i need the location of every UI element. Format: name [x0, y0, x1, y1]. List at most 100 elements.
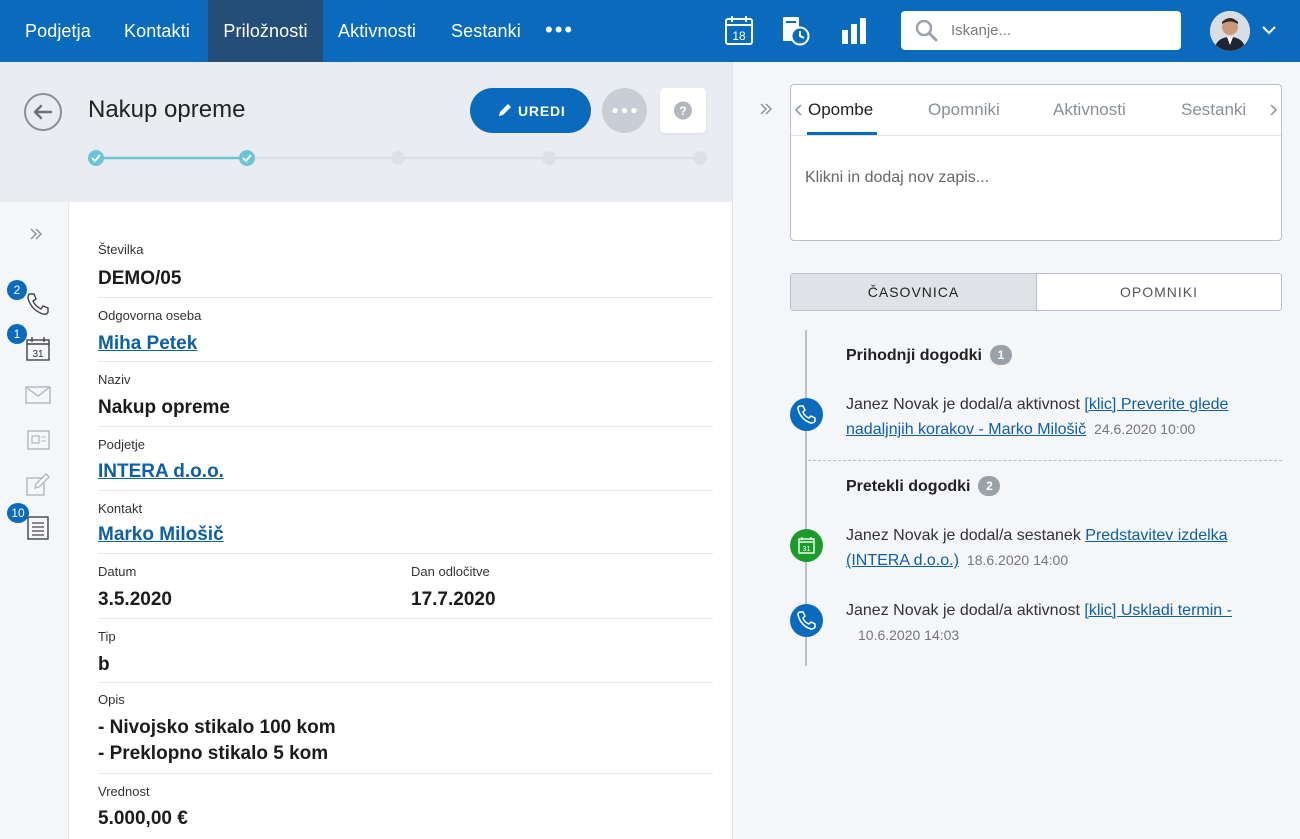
search-input[interactable] — [951, 19, 1171, 41]
progress-step-5[interactable] — [693, 151, 707, 165]
nav-item-kontakti[interactable]: Kontakti — [124, 0, 190, 62]
search-icon — [915, 19, 938, 42]
tab-casovnica[interactable]: ČASOVNICA — [791, 274, 1037, 310]
field-label: Dan odločitve — [411, 564, 490, 579]
timeline-event: Janez Novak je dodal/a aktivnost [klic] … — [846, 599, 1276, 648]
owner-link[interactable]: Miha Petek — [98, 333, 197, 355]
company-link[interactable]: INTERA d.o.o. — [98, 461, 224, 483]
field-value: Nakup opreme — [98, 397, 230, 418]
field-value: - Preklopno stikalo 5 kom — [98, 743, 329, 764]
nav-item-podjetja[interactable]: Podjetja — [25, 0, 91, 62]
field-value: 17.7.2020 — [411, 589, 496, 610]
calls-count-badge: 2 — [7, 280, 27, 300]
svg-text:?: ? — [679, 104, 686, 118]
tab-opomniki-timeline[interactable]: OPOMNIKI — [1037, 274, 1281, 310]
edit-note-icon[interactable] — [25, 472, 51, 498]
stage-progress — [88, 150, 707, 166]
field-value: 3.5.2020 — [98, 589, 172, 610]
meetings-count-badge: 1 — [7, 324, 27, 344]
field-dates: Datum 3.5.2020 Dan odločitve 17.7.2020 — [98, 554, 713, 619]
progress-step-3[interactable] — [391, 151, 405, 165]
field-label: Številka — [98, 242, 144, 257]
field-owner: Odgovorna oseba Miha Petek — [98, 298, 713, 362]
calendar-icon[interactable]: 18 — [722, 14, 756, 48]
event-time: 24.6.2020 10:00 — [1094, 421, 1196, 437]
field-label: Vrednost — [98, 784, 150, 799]
help-button[interactable]: ? — [660, 88, 706, 133]
search-box[interactable] — [901, 11, 1181, 50]
notes-list-icon[interactable] — [25, 515, 51, 541]
more-dots-icon — [612, 107, 637, 114]
field-value: - Nivojsko stikalo 100 kom — [98, 717, 336, 738]
progress-step-1[interactable] — [88, 150, 104, 166]
past-events-title: Pretekli dogodki — [846, 478, 971, 495]
timeline-switch: ČASOVNICA OPOMNIKI — [790, 273, 1282, 311]
event-description: Janez Novak je dodal/a sestanek — [846, 527, 1081, 544]
document-icon[interactable] — [25, 427, 51, 453]
new-note-input[interactable]: Klikni in dodaj nov zapis... — [805, 169, 989, 187]
tab-opombe[interactable]: Opombe — [808, 100, 873, 120]
phone-icon[interactable] — [25, 291, 51, 317]
upcoming-events-count: 1 — [989, 345, 1012, 365]
calendar-icon-day: 18 — [732, 29, 746, 43]
progress-step-4[interactable] — [542, 151, 556, 165]
more-actions-button[interactable] — [602, 88, 647, 133]
event-description: Janez Novak je dodal/a aktivnost — [846, 396, 1080, 413]
field-value: 5.000,00 € — [98, 808, 188, 829]
nav-item-sestanki[interactable]: Sestanki — [451, 0, 521, 62]
timeline-event: Janez Novak je dodal/a sestanek Predstav… — [846, 524, 1276, 573]
call-event-icon — [790, 398, 823, 431]
help-icon: ? — [674, 101, 692, 120]
expand-sidebar-icon[interactable] — [29, 227, 43, 241]
field-number: Številka DEMO/05 — [98, 232, 713, 298]
nav-item-priloznosti[interactable]: Priložnosti — [208, 0, 323, 62]
record-form: Številka DEMO/05 Odgovorna oseba Miha Pe… — [69, 202, 732, 839]
chevron-right-icon[interactable] — [1268, 103, 1278, 117]
timeline-event: Janez Novak je dodal/a aktivnost [klic] … — [846, 393, 1276, 442]
progress-step-2[interactable] — [239, 150, 255, 166]
nav-more-button[interactable]: ••• — [545, 0, 574, 62]
chevron-left-icon[interactable] — [794, 103, 804, 117]
activity-sidebar: 2 31 1 10 — [0, 202, 69, 839]
tab-sestanki[interactable]: Sestanki — [1181, 100, 1246, 120]
arrow-left-icon — [33, 104, 53, 120]
field-amount: Vrednost 5.000,00 € — [98, 774, 713, 839]
email-icon[interactable] — [25, 382, 51, 408]
avatar[interactable] — [1210, 11, 1250, 51]
field-company: Podjetje INTERA d.o.o. — [98, 427, 713, 491]
field-value: DEMO/05 — [98, 268, 182, 289]
contact-history-icon[interactable] — [779, 14, 813, 48]
collapse-panel-icon[interactable] — [759, 102, 773, 116]
page-title: Nakup opreme — [88, 96, 246, 123]
event-description: Janez Novak je dodal/a aktivnost — [846, 602, 1080, 619]
event-link[interactable]: [klic] Uskladi termin - — [1084, 602, 1232, 619]
call-event-icon — [790, 604, 823, 637]
notes-count-badge: 10 — [7, 503, 29, 523]
field-label: Datum — [98, 564, 137, 579]
calendar-icon[interactable]: 31 — [25, 336, 51, 362]
event-time: 18.6.2020 14:00 — [966, 552, 1069, 568]
nav-item-aktivnosti[interactable]: Aktivnosti — [338, 0, 416, 62]
calendar-day-label: 31 — [32, 349, 44, 360]
timeline-divider — [808, 460, 1282, 461]
tab-aktivnosti[interactable]: Aktivnosti — [1053, 100, 1126, 120]
notes-card: Opombe Opomniki Aktivnosti Sestanki Klik… — [790, 84, 1282, 241]
reports-chart-icon[interactable] — [838, 14, 872, 48]
tab-opomniki[interactable]: Opomniki — [928, 100, 1000, 120]
upcoming-events-title: Prihodnji dogodki — [846, 347, 982, 364]
field-contact: Kontakt Marko Milošič — [98, 491, 713, 554]
chevron-down-icon[interactable] — [1262, 25, 1276, 35]
field-label: Naziv — [98, 372, 131, 387]
top-navigation: Podjetja Kontakti Priložnosti Aktivnosti… — [0, 0, 1300, 62]
event-time: 10.6.2020 14:03 — [858, 627, 960, 643]
edit-button-label: UREDI — [518, 103, 566, 119]
past-events-heading: Pretekli dogodki 2 — [846, 476, 1001, 496]
field-label: Podjetje — [98, 437, 145, 452]
pencil-icon — [499, 104, 511, 116]
contact-link[interactable]: Marko Milošič — [98, 524, 224, 546]
active-tab-indicator — [807, 132, 877, 135]
field-value: b — [98, 654, 110, 675]
field-type: Tip b — [98, 619, 713, 683]
edit-button[interactable]: UREDI — [470, 88, 591, 133]
back-button[interactable] — [24, 93, 62, 131]
